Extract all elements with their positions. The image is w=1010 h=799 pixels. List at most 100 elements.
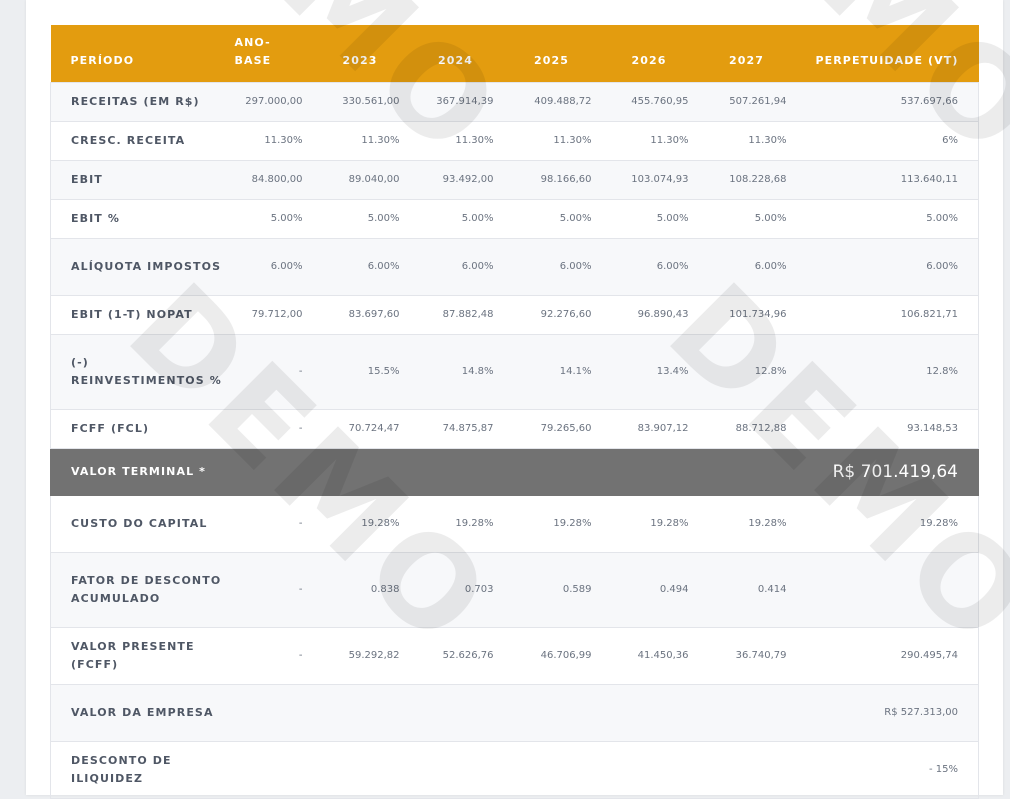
row-value: 12.8% (926, 366, 958, 377)
row-value: 98.166,60 (540, 174, 592, 185)
row-value: 11.30% (748, 135, 787, 146)
row-value: 113.640,11 (900, 174, 958, 185)
row-value (400, 684, 494, 741)
table-row: VALOR PRESENTE (FCFF) - 59.292,82 52.626,76… (50, 627, 979, 684)
row-value: 103.074,93 (631, 174, 689, 185)
table-row: DESCONTO DE ILIQUIDEZ - 15% (50, 741, 979, 798)
terminal-value-label: VALOR TERMINAL * (71, 464, 206, 478)
row-value: 89.040,00 (348, 174, 400, 185)
row-value: 108.228,68 (729, 174, 787, 185)
row-value: 79.712,00 (251, 309, 303, 320)
row-value: 455.760,95 (631, 96, 689, 107)
row-value: 84.800,00 (251, 174, 303, 185)
row-value (592, 684, 689, 741)
row-value: 6% (942, 135, 958, 146)
row-value (494, 684, 592, 741)
row-value: 19.28% (748, 518, 787, 529)
row-value (233, 684, 303, 741)
row-value: 5.00% (656, 213, 689, 224)
row-value: 36.740,79 (735, 650, 787, 661)
row-value (689, 684, 787, 741)
row-value: 101.734,96 (729, 309, 787, 320)
row-value (303, 684, 400, 741)
row-label: DESCONTO DE ILIQUIDEZ (71, 753, 172, 785)
terminal-value-amount: R$ 701.419,64 (832, 461, 958, 482)
row-label: EBIT (71, 172, 103, 186)
row-value: 5.00% (367, 213, 400, 224)
row-label: FATOR DE DESCONTO ACUMULADO (71, 573, 222, 605)
row-value: 96.890,43 (637, 309, 689, 320)
row-value: 0.494 (659, 584, 689, 595)
row-value: 5.00% (559, 213, 592, 224)
row-value: 6.00% (270, 261, 303, 272)
row-value: 11.30% (264, 135, 303, 146)
row-value (494, 741, 592, 798)
row-value: 0.589 (562, 584, 592, 595)
row-value: 19.28% (553, 518, 592, 529)
row-value: 19.28% (455, 518, 494, 529)
row-value: 70.724,47 (348, 423, 400, 434)
row-value (787, 552, 979, 627)
row-value: 6.00% (559, 261, 592, 272)
row-value: R$ 527.313,00 (884, 707, 958, 718)
row-value (233, 741, 303, 798)
row-label: EBIT (1-T) NOPAT (71, 307, 193, 321)
table-header-row: PERÍODO ANO-BASE 2023 2024 2025 2026 202… (50, 25, 979, 82)
row-value: 507.261,94 (729, 96, 787, 107)
row-value: 537.697,66 (900, 96, 958, 107)
row-value: 74.875,87 (442, 423, 494, 434)
row-label: (-) REINVESTIMENTOS % (71, 355, 222, 387)
header-2026: 2026 (631, 53, 667, 67)
row-value: 5.00% (754, 213, 787, 224)
header-ano-base-label: ANO-BASE (234, 35, 272, 67)
row-value: 13.4% (656, 366, 689, 377)
row-value: 11.30% (553, 135, 592, 146)
row-value: - (298, 423, 303, 434)
row-value: 6.00% (656, 261, 689, 272)
row-value: 6.00% (926, 261, 958, 272)
row-value: 367.914,39 (436, 96, 494, 107)
row-value: - (298, 366, 303, 377)
table-row: CRESC. RECEITA 11.30% 11.30% 11.30% 11.30% 11… (50, 121, 979, 160)
header-perpetuidade: PERPETUIDADE (VT) (815, 53, 959, 67)
row-value: 12.8% (754, 366, 787, 377)
row-value: 11.30% (455, 135, 494, 146)
row-value (303, 741, 400, 798)
row-value: 6.00% (461, 261, 494, 272)
row-label: CUSTO DO CAPITAL (71, 516, 208, 530)
row-value: 87.882,48 (442, 309, 494, 320)
table-row: EBIT (1-T) NOPAT 79.712,00 83.697,60 87.882… (50, 295, 979, 334)
row-value: 14.8% (461, 366, 494, 377)
header-2027: 2027 (728, 53, 764, 67)
row-value: 409.488,72 (534, 96, 592, 107)
header-2024: 2024 (437, 53, 473, 67)
row-value: - (298, 518, 303, 529)
valuation-card: PERÍODO ANO-BASE 2023 2024 2025 2026 202… (26, 0, 1010, 798)
row-value: 41.450,36 (637, 650, 689, 661)
row-value: 79.265,60 (540, 423, 592, 434)
row-value: 19.28% (919, 518, 958, 529)
row-label: FCFF (FCL) (71, 421, 150, 435)
row-value: 6.00% (367, 261, 400, 272)
row-value: 6.00% (754, 261, 787, 272)
row-value: 46.706,99 (540, 650, 592, 661)
row-value: 83.697,60 (348, 309, 400, 320)
row-value: 59.292,82 (348, 650, 400, 661)
table-row: CUSTO DO CAPITAL - 19.28% 19.28% 19.28% 19.28… (50, 495, 979, 552)
row-value: 14.1% (559, 366, 592, 377)
row-label: VALOR DA EMPRESA (71, 705, 214, 719)
row-value: 88.712,88 (735, 423, 787, 434)
row-value: 0.703 (464, 584, 494, 595)
row-value: 0.414 (757, 584, 787, 595)
table-row: EBIT 84.800,00 89.040,00 93.492,00 98.166,60… (50, 160, 979, 199)
terminal-value-row: VALOR TERMINAL * R$ 701.419,64 (50, 448, 979, 495)
row-value: 19.28% (361, 518, 400, 529)
row-label: VALOR PRESENTE (FCFF) (71, 639, 195, 671)
row-value (689, 741, 787, 798)
row-value: 93.148,53 (907, 423, 958, 434)
row-value: 15.5% (367, 366, 400, 377)
row-label: ALÍQUOTA IMPOSTOS (71, 259, 222, 273)
row-value: 290.495,74 (900, 650, 958, 661)
row-label: RECEITAS (EM R$) (71, 94, 200, 108)
row-value: 5.00% (270, 213, 303, 224)
